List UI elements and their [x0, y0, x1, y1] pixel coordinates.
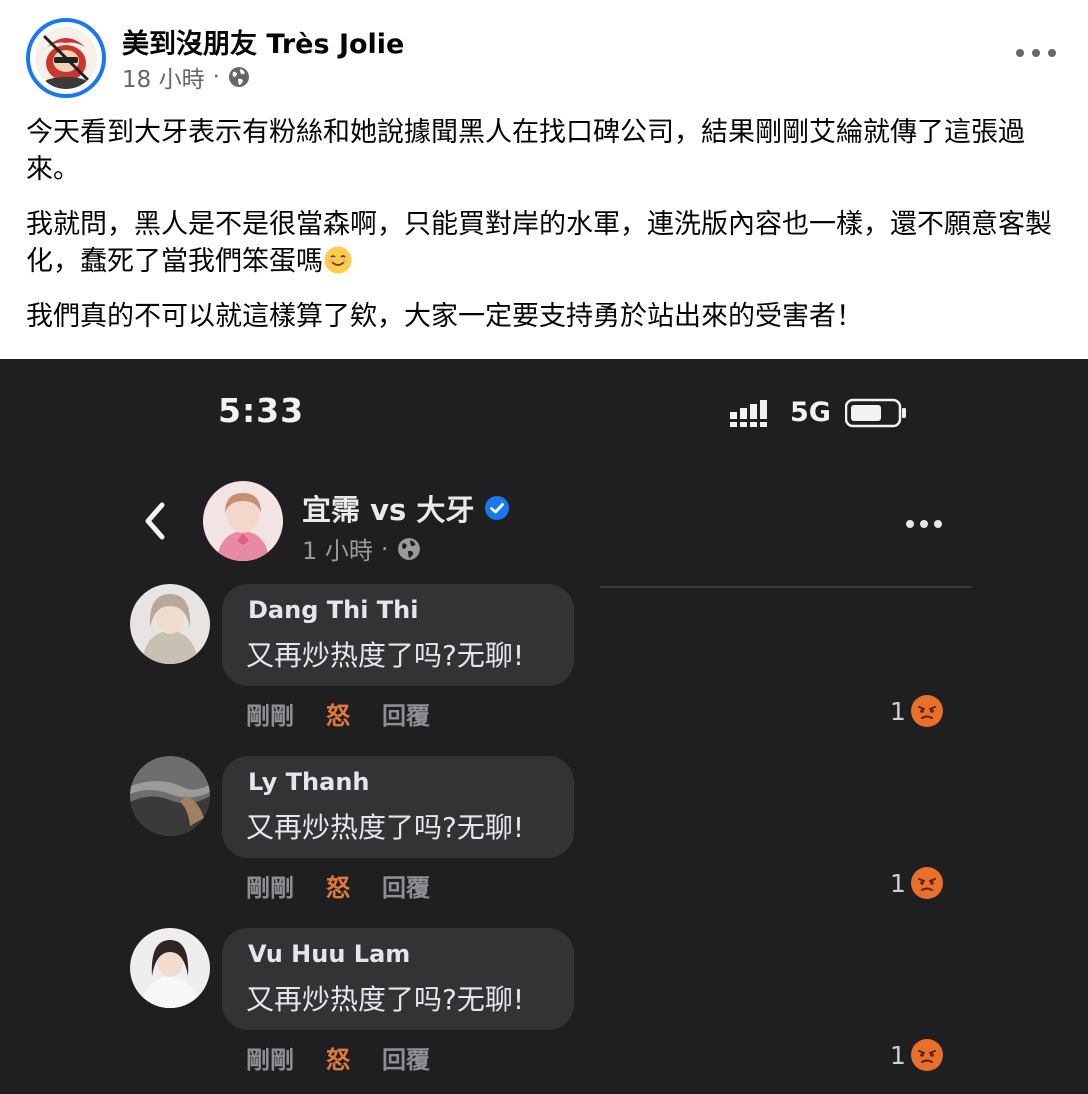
- network-label: 5G: [790, 397, 831, 428]
- comment-actions: 剛剛 怒 回覆: [246, 696, 430, 731]
- globe-icon: [397, 537, 420, 560]
- comment-time: 剛剛: [246, 874, 294, 902]
- post-paragraph-text: 我就問，黑人是不是很當森啊，只能買對岸的水軍，連洗版內容也一樣，還不願意客製化，…: [26, 209, 1052, 277]
- commenter-name[interactable]: Dang Thi Thi: [248, 596, 418, 624]
- dot: [1016, 49, 1024, 57]
- comment-text: 又再炒热度了吗?无聊!: [246, 639, 525, 672]
- post-meta: 18 小時 ·: [122, 60, 250, 94]
- smiling-face-icon: [324, 246, 352, 274]
- page-meta: 1 小時 ·: [302, 531, 421, 566]
- post-body: 今天看到大牙表示有粉絲和她說據聞黑人在找口碑公司，結果剛剛艾綸就傳了這張過來。 …: [26, 114, 1066, 353]
- reaction-summary[interactable]: 1: [890, 694, 944, 728]
- avatar-image: [130, 756, 210, 836]
- avatar-image: [35, 27, 97, 89]
- comment-text: 又再炒热度了吗?无聊!: [246, 811, 525, 844]
- reply-button[interactable]: 回覆: [382, 868, 430, 903]
- verified-badge-icon: [485, 496, 510, 520]
- dot: [920, 520, 928, 528]
- signal-icon: [730, 399, 767, 427]
- comment-bubble[interactable]: Ly Thanh 又再炒热度了吗?无聊!: [222, 756, 574, 858]
- reaction-summary[interactable]: 1: [890, 1038, 944, 1072]
- commenter-avatar[interactable]: [130, 584, 210, 664]
- avatar-image: [130, 928, 210, 1008]
- avatar-image: [203, 481, 283, 561]
- comment-item: Vu Huu Lam 又再炒热度了吗?无聊! 剛剛 怒 回覆 1: [0, 928, 1088, 1094]
- post-more-button[interactable]: [1016, 40, 1056, 66]
- post-paragraph: 今天看到大牙表示有粉絲和她說據聞黑人在找口碑公司，結果剛剛艾綸就傳了這張過來。: [26, 117, 1025, 185]
- dot: [934, 520, 942, 528]
- page-avatar[interactable]: [203, 481, 283, 561]
- reaction-label[interactable]: 怒: [326, 868, 350, 903]
- angry-face-icon: [910, 695, 943, 727]
- reaction-count: 1: [890, 868, 906, 898]
- comment-item: Dang Thi Thi 又再炒热度了吗?无聊! 剛剛 怒 回覆 1: [0, 584, 1088, 756]
- comment-bubble[interactable]: Vu Huu Lam 又再炒热度了吗?无聊!: [222, 928, 574, 1030]
- meta-separator: ·: [380, 534, 389, 563]
- dot: [1032, 49, 1040, 57]
- comment-bubble[interactable]: Dang Thi Thi 又再炒热度了吗?无聊!: [222, 584, 574, 686]
- post-header: 美到沒朋友 Très Jolie 18 小時 ·: [0, 0, 1088, 110]
- commenter-avatar[interactable]: [130, 756, 210, 836]
- comment-time: 剛剛: [246, 1046, 294, 1074]
- angry-face-icon: [910, 867, 943, 899]
- avatar-image: [130, 584, 210, 664]
- comment-actions: 剛剛 怒 回覆: [246, 868, 430, 903]
- globe-icon: [228, 67, 249, 87]
- reaction-count: 1: [890, 696, 906, 726]
- dot: [906, 520, 914, 528]
- page-name-text: 宜霈 vs 大牙: [302, 493, 475, 527]
- reaction-count: 1: [890, 1040, 906, 1070]
- commenter-name[interactable]: Vu Huu Lam: [248, 940, 410, 968]
- post-time[interactable]: 18 小時: [122, 60, 205, 94]
- comment-actions: 剛剛 怒 回覆: [246, 1040, 430, 1075]
- battery-icon: [844, 398, 906, 427]
- page-more-button[interactable]: [906, 517, 942, 531]
- back-arrow-icon[interactable]: [140, 499, 170, 543]
- reply-button[interactable]: 回覆: [382, 1040, 430, 1075]
- page-post-time: 1 小時: [302, 537, 373, 565]
- meta-separator: ·: [212, 64, 220, 90]
- comment-item: Ly Thanh 又再炒热度了吗?无聊! 剛剛 怒 回覆 1: [0, 756, 1088, 928]
- author-avatar[interactable]: [26, 18, 106, 98]
- page-name[interactable]: 宜霈 vs 大牙: [302, 487, 510, 529]
- reaction-label[interactable]: 怒: [326, 696, 350, 731]
- reaction-summary[interactable]: 1: [890, 866, 944, 900]
- commenter-name[interactable]: Ly Thanh: [248, 768, 370, 796]
- post-paragraph: 我們真的不可以就這樣算了欸，大家一定要支持勇於站出來的受害者！: [26, 301, 863, 332]
- embedded-screenshot[interactable]: 5:33 5G 宜霈 vs 大牙 1 小時 · Dang Thi Thi 又再炒…: [0, 359, 1088, 1094]
- reaction-label[interactable]: 怒: [326, 1040, 350, 1075]
- comment-text: 又再炒热度了吗?无聊!: [246, 983, 525, 1016]
- status-clock: 5:33: [218, 391, 305, 430]
- post-paragraph: 我就問，黑人是不是很當森啊，只能買對岸的水軍，連洗版內容也一樣，還不願意客製化，…: [26, 206, 1066, 280]
- commenter-avatar[interactable]: [130, 928, 210, 1008]
- reply-button[interactable]: 回覆: [382, 696, 430, 731]
- angry-face-icon: [910, 1039, 943, 1071]
- author-name[interactable]: 美到沒朋友 Très Jolie: [122, 22, 404, 61]
- dot: [1048, 49, 1056, 57]
- comment-time: 剛剛: [246, 702, 294, 730]
- status-bar-icons: 5G: [730, 397, 907, 428]
